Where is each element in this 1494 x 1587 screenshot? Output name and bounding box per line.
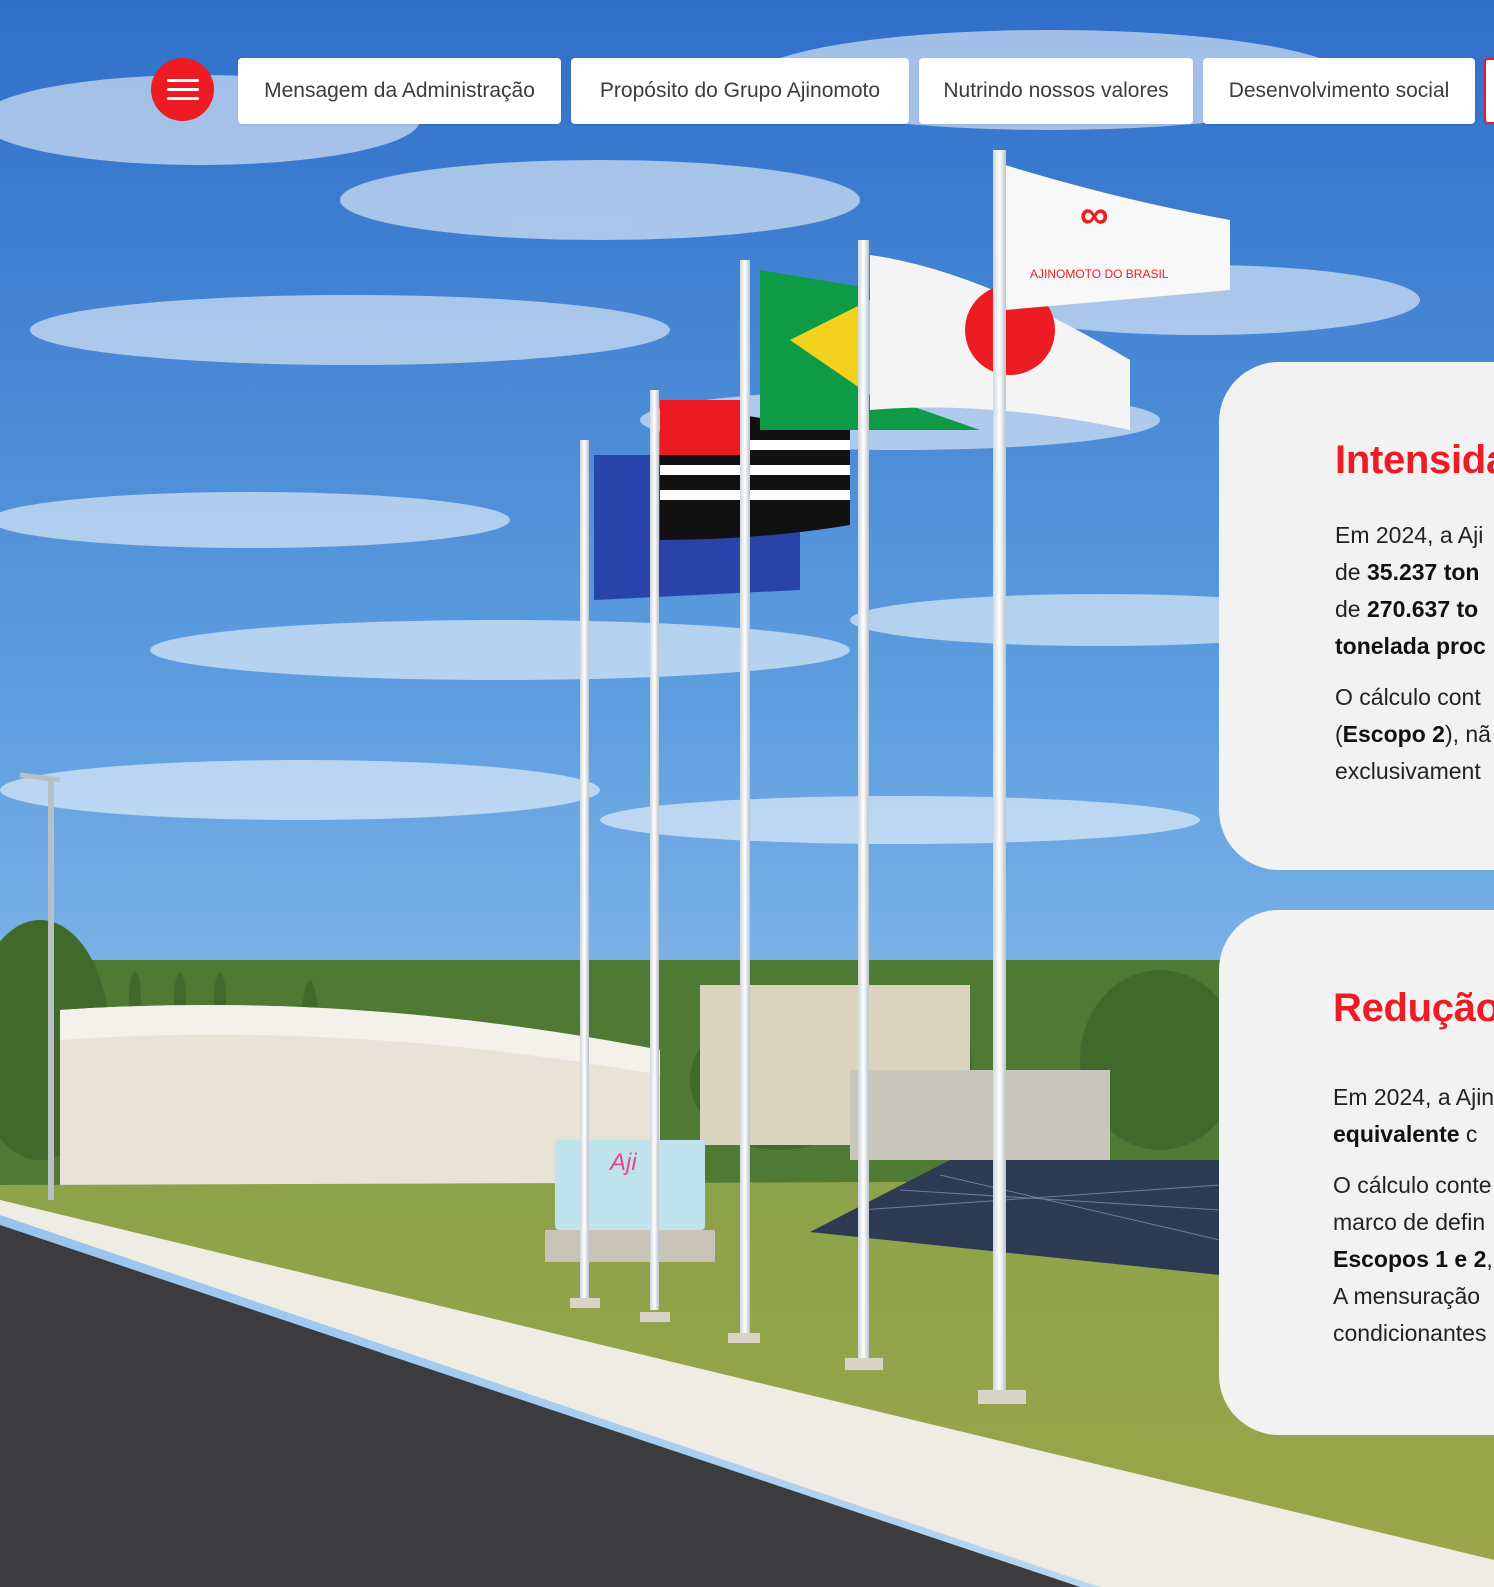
info-card-intensidade: Intensida Em 2024, a Aji de 35.237 ton d… [1219, 362, 1494, 870]
nav-item-label: Desenvolvimento social [1228, 79, 1450, 102]
svg-text:∞: ∞ [1080, 193, 1109, 237]
nav-item-desenvolvimento-social[interactable]: Desenvolvimento social [1203, 58, 1475, 124]
hamburger-icon-line [166, 97, 199, 100]
card-text-line: O cálculo conte [1333, 1172, 1492, 1198]
nav-item-label: Mensagem da Administração [264, 79, 535, 102]
monument-logo: Aji [608, 1149, 637, 1176]
card-text-line: condicionantes [1333, 1320, 1487, 1346]
flag-company-text: AJINOMOTO DO BRASIL [1030, 267, 1169, 281]
card-title: Redução [1333, 986, 1494, 1030]
card-text-line: de 35.237 ton [1335, 559, 1480, 585]
card-text-line: tonelada proc [1335, 633, 1486, 659]
card-text-line: Em 2024, a Aji [1335, 522, 1484, 548]
nav-item-label: Nutrindo nossos valores [943, 79, 1169, 102]
card-text-line: de 270.637 to [1335, 596, 1479, 622]
nav-item-nutrindo-valores[interactable]: Nutrindo nossos valores [919, 58, 1193, 124]
nav-item-proposito-grupo[interactable]: Propósito do Grupo Ajinomoto [571, 58, 909, 124]
card-text-line: O cálculo cont [1335, 684, 1481, 710]
card-text-line: equivalente c [1333, 1121, 1478, 1147]
nav-item-mensagem-administracao[interactable]: Mensagem da Administração [238, 58, 561, 124]
hamburger-icon-line [166, 88, 199, 91]
info-card-reducao: Redução Em 2024, a Ajin equivalente c O … [1219, 910, 1494, 1435]
hamburger-menu-button[interactable] [151, 58, 214, 121]
nav-item-label: Propósito do Grupo Ajinomoto [599, 79, 881, 102]
nav-item-next-partial[interactable] [1484, 58, 1494, 124]
hamburger-icon-line [166, 79, 199, 82]
card-title: Intensida [1335, 438, 1494, 482]
card-text-line: Em 2024, a Ajin [1333, 1084, 1494, 1110]
card-text-line: (Escopo 2), nã [1335, 721, 1491, 747]
card-text-line: exclusivament [1335, 758, 1481, 784]
card-text-line: Escopos 1 e 2, [1333, 1246, 1493, 1272]
card-text-line: A mensuração [1333, 1283, 1481, 1309]
card-text-line: marco de defin [1333, 1209, 1486, 1235]
